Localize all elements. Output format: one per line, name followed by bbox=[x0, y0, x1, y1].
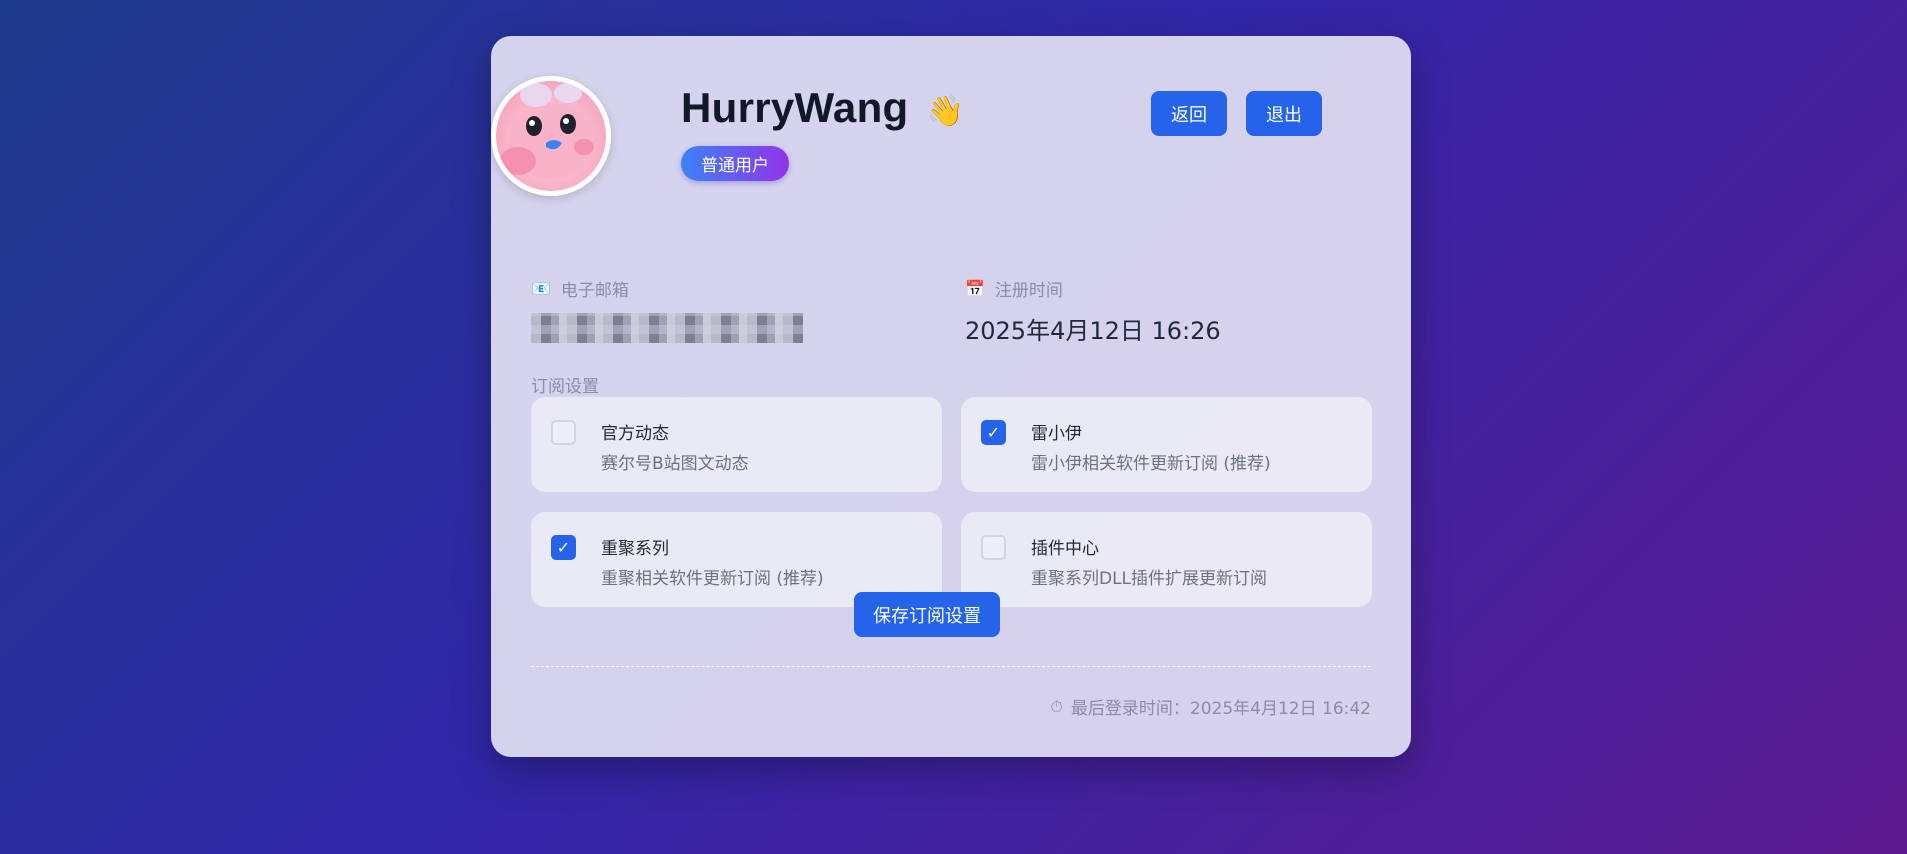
account-info: 📧 电子邮箱 📅 注册时间 2025年4月12日 16:26 bbox=[531, 276, 1371, 346]
subscription-card-leixiaoyi[interactable]: ✓ 雷小伊 雷小伊相关软件更新订阅 (推荐) bbox=[961, 397, 1372, 492]
email-value-pixelated bbox=[531, 313, 803, 343]
avatar bbox=[491, 76, 611, 196]
last-login-text: 最后登录时间：2025年4月12日 16:42 bbox=[1070, 699, 1371, 719]
subscription-card-plugins[interactable]: 插件中心 重聚系列DLL插件扩展更新订阅 bbox=[961, 512, 1372, 607]
pink-creature-avatar-image bbox=[500, 83, 594, 179]
checkbox[interactable]: ✓ bbox=[551, 535, 576, 560]
profile-card: HurryWang 👋 普通用户 返回 退出 📧 电子邮箱 📅 注册时间 202… bbox=[491, 36, 1411, 757]
checkbox[interactable] bbox=[551, 420, 576, 445]
subscription-title-text: 官方动态 bbox=[601, 424, 669, 444]
email-block: 📧 电子邮箱 bbox=[531, 276, 803, 343]
email-label-row: 📧 电子邮箱 bbox=[531, 276, 803, 301]
subscription-desc: 雷小伊相关软件更新订阅 (推荐) bbox=[1031, 454, 1271, 474]
checkbox[interactable] bbox=[981, 535, 1006, 560]
subscription-card-official[interactable]: 官方动态 赛尔号B站图文动态 bbox=[531, 397, 942, 492]
name-row: HurryWang 👋 bbox=[681, 84, 964, 132]
subscription-title-text: 插件中心 bbox=[1031, 539, 1099, 559]
subscription-title-text: 重聚系列 bbox=[601, 539, 669, 559]
register-label: 注册时间 bbox=[994, 281, 1063, 301]
logout-button[interactable]: 退出 bbox=[1246, 91, 1322, 136]
email-label: 电子邮箱 bbox=[560, 281, 629, 301]
wave-icon: 👋 bbox=[926, 93, 964, 129]
subscription-desc: 重聚相关软件更新订阅 (推荐) bbox=[601, 569, 824, 589]
back-button[interactable]: 返回 bbox=[1151, 91, 1227, 136]
subscription-title: 订阅设置 bbox=[531, 377, 599, 397]
save-subscriptions-button[interactable]: 保存订阅设置 bbox=[854, 592, 1000, 637]
stopwatch-icon: ⏱ bbox=[1050, 696, 1063, 716]
subscription-title-text: 雷小伊 bbox=[1031, 424, 1082, 444]
register-block: 📅 注册时间 2025年4月12日 16:26 bbox=[965, 276, 1221, 346]
divider bbox=[531, 666, 1371, 667]
email-icon: 📧 bbox=[531, 279, 551, 298]
register-label-row: 📅 注册时间 bbox=[965, 276, 1221, 301]
subscription-desc: 赛尔号B站图文动态 bbox=[601, 454, 749, 474]
username: HurryWang bbox=[681, 84, 909, 131]
checkbox[interactable]: ✓ bbox=[981, 420, 1006, 445]
last-login: ⏱ 最后登录时间：2025年4月12日 16:42 bbox=[1050, 694, 1371, 720]
register-value: 2025年4月12日 16:26 bbox=[965, 317, 1221, 345]
calendar-icon: 📅 bbox=[965, 279, 985, 298]
subscription-desc: 重聚系列DLL插件扩展更新订阅 bbox=[1031, 569, 1268, 589]
role-badge: 普通用户 bbox=[681, 146, 789, 181]
